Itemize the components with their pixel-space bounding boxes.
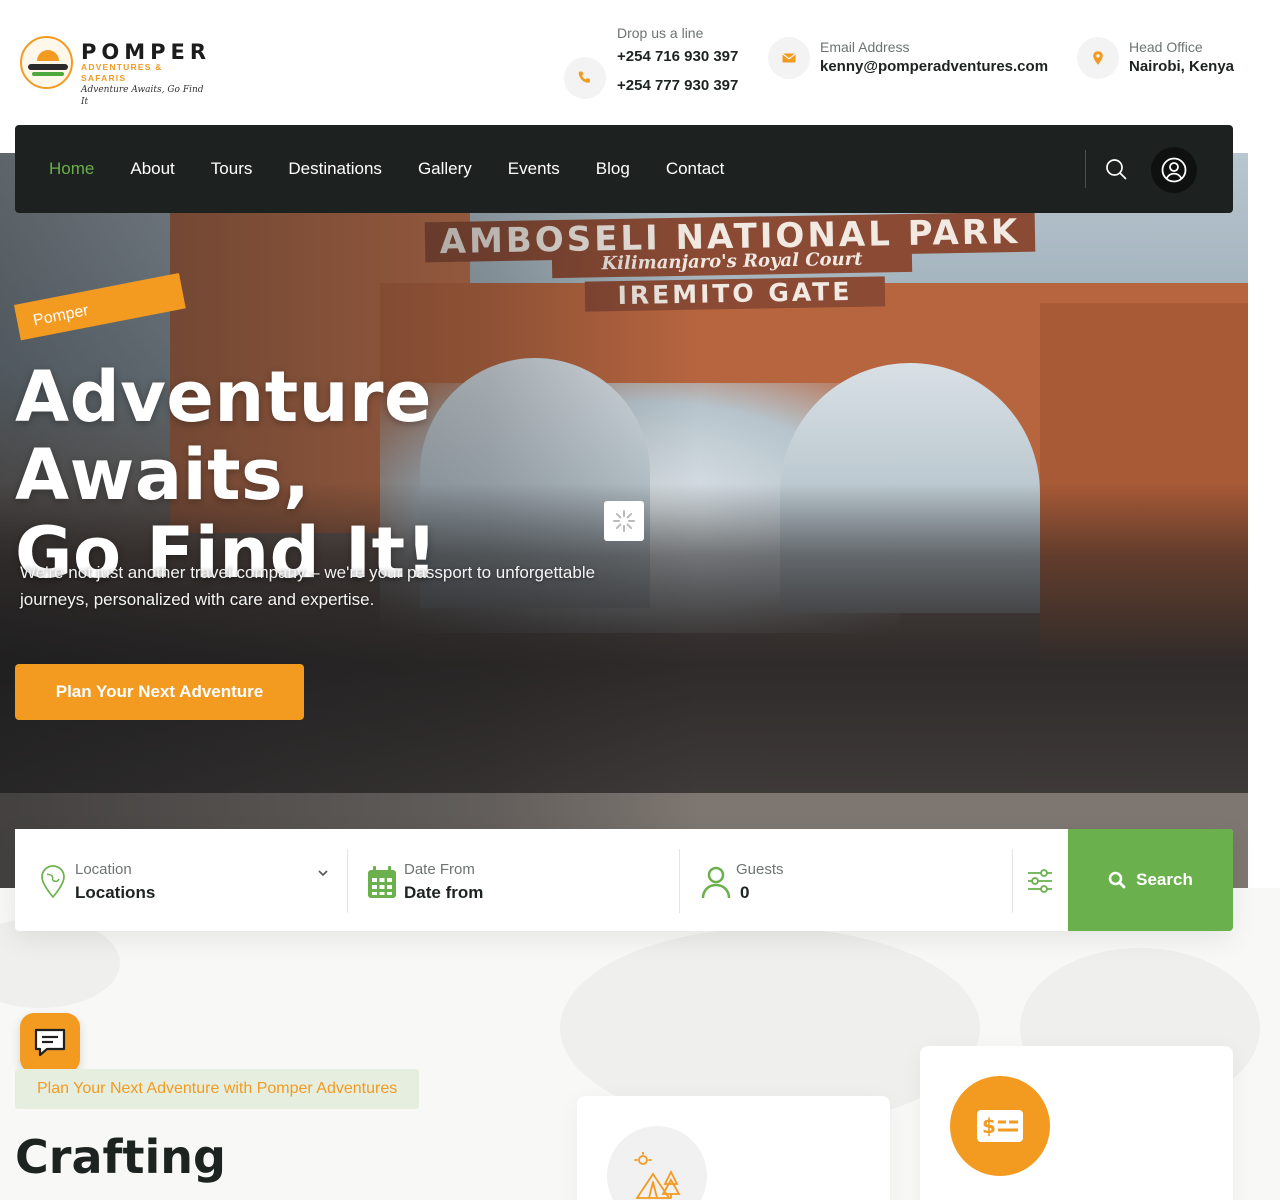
logo-title: POMPER xyxy=(81,40,212,64)
guests-value: 0 xyxy=(740,883,750,902)
nav-item-tours[interactable]: Tours xyxy=(211,159,253,179)
logo-subtitle: ADVENTURES & SAFARIS xyxy=(81,62,163,83)
location-value: Locations xyxy=(75,883,156,902)
location-pin-icon xyxy=(41,865,65,899)
logo-emblem xyxy=(20,36,73,89)
tour-search-form: Location Locations Date From Date from G… xyxy=(15,829,1233,931)
feature-card-pricing: $ xyxy=(920,1046,1233,1200)
email-label: Email Address xyxy=(820,39,910,55)
date-from-label: Date From xyxy=(404,861,475,878)
nav-item-home[interactable]: Home xyxy=(49,159,94,179)
tent-icon xyxy=(607,1126,707,1200)
filter-sliders-icon[interactable] xyxy=(1025,868,1055,894)
date-from-field[interactable]: Date From Date from xyxy=(348,829,679,931)
phone-icon xyxy=(564,57,606,99)
phone-number-2[interactable]: +254 777 930 397 xyxy=(617,71,738,100)
guests-label: Guests xyxy=(736,861,784,878)
nav-item-about[interactable]: About xyxy=(130,159,174,179)
nav-divider xyxy=(1085,150,1086,188)
search-button-icon xyxy=(1108,871,1126,889)
chevron-down-icon xyxy=(318,870,328,877)
envelope-icon xyxy=(768,37,810,79)
section-tagline: Plan Your Next Adventure with Pomper Adv… xyxy=(15,1069,420,1109)
section-title: Crafting xyxy=(15,1130,226,1184)
location-label: Location xyxy=(75,861,132,878)
nav-item-blog[interactable]: Blog xyxy=(596,159,630,179)
guests-field[interactable]: Guests 0 xyxy=(680,829,1012,931)
plan-adventure-button[interactable]: Plan Your Next Adventure xyxy=(15,664,304,720)
phone-number-1[interactable]: +254 716 930 397 xyxy=(617,42,738,71)
chat-icon[interactable] xyxy=(20,1013,80,1073)
svg-text:$: $ xyxy=(982,1114,996,1138)
brand-logo[interactable]: POMPER ADVENTURES & SAFARIS Adventure Aw… xyxy=(20,36,212,107)
logo-tagline: Adventure Awaits, Go Find It xyxy=(81,85,204,107)
nav-item-destinations[interactable]: Destinations xyxy=(288,159,382,179)
hero-title-line-1: Adventure Awaits, xyxy=(15,356,433,516)
main-navigation: Home About Tours Destinations Gallery Ev… xyxy=(15,125,1233,213)
nav-item-contact[interactable]: Contact xyxy=(666,159,725,179)
map-pin-icon xyxy=(1077,37,1119,79)
search-button-label: Search xyxy=(1136,870,1193,889)
feature-card-camping xyxy=(577,1096,890,1200)
contact-office: Head Office Nairobi, Kenya xyxy=(1077,37,1234,79)
user-icon xyxy=(701,866,731,899)
calendar-icon xyxy=(368,866,396,898)
nav-item-gallery[interactable]: Gallery xyxy=(418,159,472,179)
search-icon[interactable] xyxy=(1103,156,1129,182)
hero-title: Adventure Awaits, Go Find It! xyxy=(15,358,715,592)
office-label: Head Office xyxy=(1129,39,1203,55)
loading-spinner-icon xyxy=(604,501,644,541)
hero-section: AMBOSELI NATIONAL PARK Kilimanjaro's Roy… xyxy=(0,153,1248,888)
date-from-value: Date from xyxy=(404,883,484,902)
top-header: POMPER ADVENTURES & SAFARIS Adventure Aw… xyxy=(0,0,1248,125)
office-location: Nairobi, Kenya xyxy=(1129,58,1235,75)
contact-email: Email Address kenny@pomperadventures.com xyxy=(768,37,1048,79)
phone-label: Drop us a line xyxy=(617,25,704,41)
hero-description: We're not just another travel company – … xyxy=(20,563,596,609)
search-button[interactable]: Search xyxy=(1068,829,1233,931)
location-select[interactable]: Location Locations xyxy=(15,829,347,931)
nav-item-events[interactable]: Events xyxy=(508,159,560,179)
price-tag-icon: $ xyxy=(950,1076,1050,1176)
user-account-icon[interactable] xyxy=(1151,147,1197,193)
email-address[interactable]: kenny@pomperadventures.com xyxy=(820,56,1048,78)
